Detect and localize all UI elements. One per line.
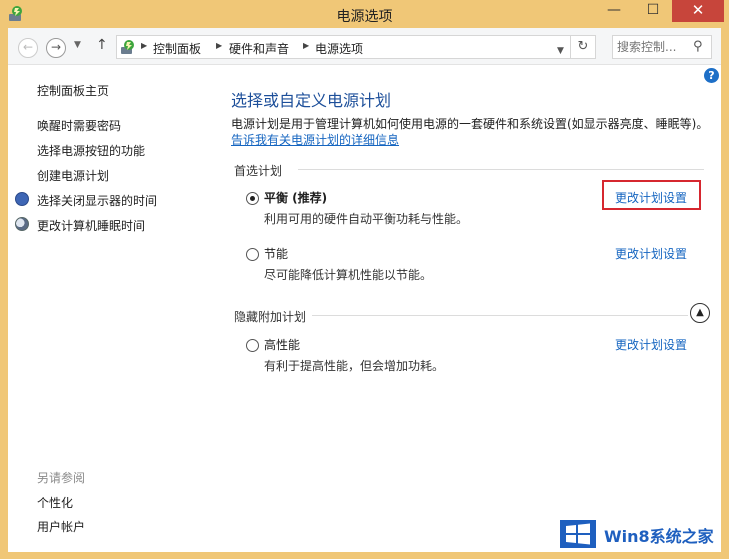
close-button[interactable]: ✕ (672, 0, 724, 22)
sidebar-item-create-plan[interactable]: 创建电源计划 (37, 167, 109, 184)
window-bottom-border (8, 552, 721, 559)
title-bar: 电源选项 — ☐ ✕ (0, 0, 729, 28)
content-pane: ? 控制面板主页 唤醒时需要密码 选择电源按钮的功能 创建电源计划 选择关闭显示… (8, 65, 721, 552)
breadcrumb-power-options[interactable]: 电源选项 (315, 40, 363, 57)
collapse-chevron-up-icon[interactable]: ▲ (690, 303, 710, 323)
plan-name-balanced[interactable]: 平衡 (推荐) (264, 189, 327, 206)
sidebar-item-sleep-time[interactable]: 更改计算机睡眠时间 (37, 217, 145, 234)
refresh-button[interactable]: ↻ (570, 35, 596, 59)
plan-radio-power-saver[interactable] (246, 248, 259, 261)
watermark: Win8系统之家 (560, 518, 725, 550)
plan-name-power-saver[interactable]: 节能 (264, 245, 288, 262)
power-options-window: 电源选项 — ☐ ✕ ← → ▼ ↑ ▶ 控制面板 ▶ 硬件和声音 ▶ 电源选项… (0, 0, 729, 559)
help-icon[interactable]: ? (704, 68, 719, 83)
sidebar-item-user-accounts[interactable]: 用户帐户 (37, 518, 85, 535)
change-plan-settings-link-high-performance[interactable]: 更改计划设置 (615, 336, 687, 353)
search-icon[interactable]: ⚲ (693, 39, 703, 54)
clock-icon (15, 192, 29, 206)
sidebar-item-wake-password[interactable]: 唤醒时需要密码 (37, 117, 121, 134)
see-also-heading: 另请参阅 (37, 471, 86, 485)
windows-logo-icon (560, 520, 596, 548)
plan-description-high-performance: 有利于提高性能，但会增加功耗。 (264, 359, 445, 373)
recent-locations-dropdown[interactable]: ▼ (74, 40, 81, 50)
preferred-plans-heading: 首选计划 (234, 164, 283, 178)
search-input[interactable] (617, 39, 689, 55)
address-bar[interactable]: ▶ 控制面板 ▶ 硬件和声音 ▶ 电源选项 ▼ (116, 35, 596, 59)
sidebar-item-display-off[interactable]: 选择关闭显示器的时间 (37, 192, 157, 209)
moon-icon (15, 217, 29, 231)
plan-name-high-performance[interactable]: 高性能 (264, 336, 300, 353)
sidebar-control-panel-home[interactable]: 控制面板主页 (37, 82, 109, 99)
breadcrumb-control-panel[interactable]: 控制面板 (153, 40, 201, 57)
plan-radio-high-performance[interactable] (246, 339, 259, 352)
watermark-text: Win8系统之家 (604, 527, 714, 546)
breadcrumb-separator-icon[interactable]: ▶ (141, 41, 147, 50)
address-dropdown[interactable]: ▼ (557, 46, 564, 56)
section-divider (298, 169, 704, 170)
section-divider (312, 315, 688, 316)
breadcrumb-separator-icon[interactable]: ▶ (303, 41, 309, 50)
minimize-button[interactable]: — (594, 0, 634, 22)
page-title: 选择或自定义电源计划 (231, 91, 392, 110)
plan-description-power-saver: 尽可能降低计算机性能以节能。 (264, 268, 433, 282)
control-panel-icon (121, 40, 134, 54)
maximize-button[interactable]: ☐ (634, 0, 672, 22)
breadcrumb-hardware-sound[interactable]: 硬件和声音 (229, 40, 289, 57)
plan-description-balanced: 利用可用的硬件自动平衡功耗与性能。 (264, 212, 469, 226)
highlight-annotation-box (602, 180, 701, 210)
hidden-plans-heading: 隐藏附加计划 (234, 310, 307, 324)
page-description: 电源计划是用于管理计算机如何使用电源的一套硬件和系统设置(如显示器亮度、睡眠等)… (231, 117, 709, 131)
navigation-bar: ← → ▼ ↑ ▶ 控制面板 ▶ 硬件和声音 ▶ 电源选项 ▼ ↻ ⚲ (8, 28, 721, 65)
search-box[interactable]: ⚲ (612, 35, 712, 59)
breadcrumb-separator-icon[interactable]: ▶ (216, 41, 222, 50)
sidebar-item-power-buttons[interactable]: 选择电源按钮的功能 (37, 142, 145, 159)
power-plan-details-link[interactable]: 告诉我有关电源计划的详细信息 (231, 131, 399, 148)
change-plan-settings-link-power-saver[interactable]: 更改计划设置 (615, 245, 687, 262)
plan-radio-balanced[interactable] (246, 192, 259, 205)
forward-button[interactable]: → (46, 38, 66, 58)
back-button[interactable]: ← (18, 38, 38, 58)
sidebar-item-personalization[interactable]: 个性化 (37, 494, 73, 511)
up-button[interactable]: ↑ (96, 37, 108, 53)
